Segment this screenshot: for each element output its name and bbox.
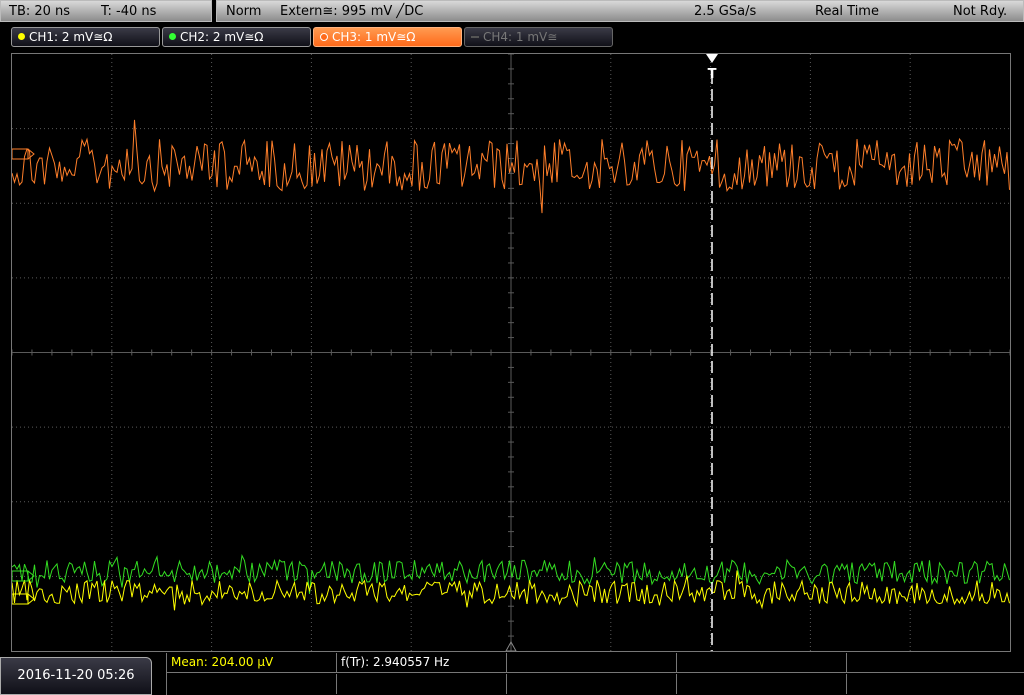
empty-measurement-slot: [847, 674, 1024, 694]
sample-rate-label: 2.5 GSa/s: [694, 4, 757, 19]
channel-1-label: CH1: 2 mV≅Ω: [29, 30, 113, 44]
empty-measurement-slot: [847, 653, 1024, 673]
trigger-source-label: Extern≅: 995 mV ╱DC: [280, 4, 424, 19]
channel-3-button[interactable]: CH3: 1 mV≅Ω: [313, 27, 462, 47]
empty-measurement-slot: [167, 674, 337, 694]
empty-measurement-slot: [337, 674, 507, 694]
empty-measurement-slot: [677, 674, 847, 694]
channel-bar: CH1: 2 mV≅Ω CH2: 2 mV≅Ω CH3: 1 mV≅Ω CH4:…: [0, 26, 1024, 48]
empty-measurement-slot: [507, 653, 677, 673]
frequency-measurement: f(Tr): 2.940557 Hz: [337, 653, 507, 673]
channel-2-button[interactable]: CH2: 2 mV≅Ω: [162, 27, 311, 47]
measurement-panel[interactable]: Mean: 204.00 µV f(Tr): 2.940557 Hz: [166, 653, 1024, 695]
channel-2-label: CH2: 2 mV≅Ω: [180, 30, 264, 44]
channel-3-indicator-icon: [320, 32, 328, 41]
measurement-row: Mean: 204.00 µV f(Tr): 2.940557 Hz: [167, 653, 1024, 673]
measurement-row: [167, 674, 1024, 694]
datetime-label: 2016-11-20 05:26: [17, 668, 135, 683]
empty-measurement-slot: [507, 674, 677, 694]
channel-2-indicator-icon: [169, 33, 176, 40]
waveform-display[interactable]: T: [11, 53, 1011, 652]
channel-1-button[interactable]: CH1: 2 mV≅Ω: [11, 27, 160, 47]
top-status-bar: TB: 20 ns T: -40 ns Norm Extern≅: 995 mV…: [0, 0, 1024, 24]
trigger-mode-label: Norm: [226, 4, 262, 19]
acquisition-mode-label: Real Time: [815, 4, 879, 19]
trigger-time-label: T: -40 ns: [101, 4, 157, 19]
channel-4-indicator-icon: [471, 35, 479, 38]
acquisition-box[interactable]: Norm Extern≅: 995 mV ╱DC 2.5 GSa/s Real …: [216, 0, 1024, 22]
timebase-label: TB: 20 ns: [9, 4, 71, 19]
mean-measurement: Mean: 204.00 µV: [167, 653, 337, 673]
channel-4-button[interactable]: CH4: 1 mV≅: [464, 27, 613, 47]
empty-measurement-slot: [677, 653, 847, 673]
status-label: Not Rdy.: [953, 4, 1008, 19]
waveform-canvas: T: [11, 53, 1011, 652]
channel-3-label: CH3: 1 mV≅Ω: [332, 30, 416, 44]
datetime-box[interactable]: 2016-11-20 05:26: [0, 657, 152, 695]
channel-1-indicator-icon: [18, 33, 25, 40]
timebase-box[interactable]: TB: 20 ns T: -40 ns: [0, 0, 212, 22]
trigger-position-arrow-icon: [706, 54, 718, 63]
trigger-marker-label: T: [708, 67, 717, 82]
channel-4-label: CH4: 1 mV≅: [483, 30, 558, 44]
